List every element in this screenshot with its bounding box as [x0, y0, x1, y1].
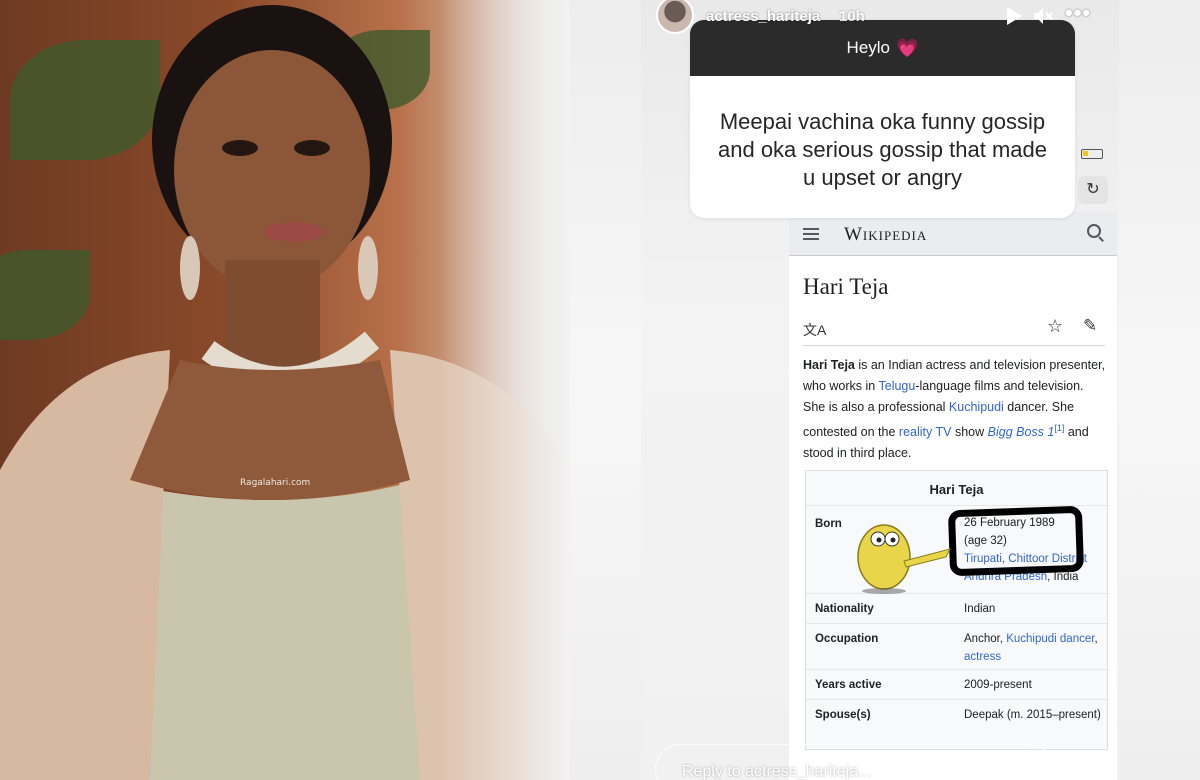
- nationality-label: Nationality: [815, 603, 874, 615]
- pointing-character-sticker: [857, 524, 951, 594]
- story-header: actress_hariteja 10h •••: [641, 0, 1119, 36]
- send-icon[interactable]: [1063, 754, 1093, 780]
- article-toolbar: 文A ☆ ✎: [803, 316, 1105, 346]
- years-active-label: Years active: [815, 679, 882, 691]
- link-reality-tv: reality TV: [898, 425, 952, 440]
- screen: Ragalahari.com Wikipedia Hari Teja 文A ☆ …: [0, 0, 1200, 780]
- story-username[interactable]: actress_hariteja: [706, 8, 820, 25]
- play-icon[interactable]: [1001, 4, 1025, 28]
- reply-input[interactable]: Reply to actress_hariteja...: [655, 744, 1055, 780]
- occupation-sep: ,: [1094, 633, 1098, 645]
- infobox-row-occupation: Occupation Anchor, Kuchipudi dancer, act…: [806, 623, 1109, 669]
- edit-pencil-icon: ✎: [1083, 316, 1098, 335]
- occupation-link-dancer: Kuchipudi dancer: [1006, 633, 1095, 645]
- occupation-link-actress: actress: [964, 651, 1002, 663]
- wikipedia-logo: Wikipedia: [844, 224, 928, 245]
- infobox-row-years-active: Years active 2009-present: [806, 669, 1109, 699]
- article-lead: Hari Teja is an Indian actress and telev…: [803, 355, 1109, 464]
- occupation-label: Occupation: [815, 633, 879, 645]
- link-telugu: Telugu: [878, 379, 916, 393]
- search-icon: [1087, 224, 1101, 238]
- question-title: Heylo: [846, 38, 891, 57]
- hamburger-menu-icon: [803, 228, 819, 240]
- battery-icon: [1081, 149, 1103, 159]
- born-country: , India: [1047, 571, 1079, 583]
- heart-emoji-icon: 💗: [896, 37, 919, 58]
- spouse-value: Deepak (m. 2015–present): [964, 709, 1101, 721]
- lead-text: show: [951, 425, 988, 440]
- infobox: Hari Teja Born 26 February 1989 (age 32)…: [805, 470, 1109, 750]
- nationality-value: Indian: [964, 603, 996, 615]
- reload-icon: ↻: [1078, 176, 1108, 204]
- more-options-icon[interactable]: •••: [1065, 2, 1090, 28]
- article-title: Hari Teja: [803, 274, 889, 299]
- wikipedia-screenshot: Wikipedia Hari Teja 文A ☆ ✎ Hari Teja is …: [789, 212, 1117, 780]
- years-active-value: 2009-present: [964, 679, 1032, 691]
- instagram-story: Wikipedia Hari Teja 文A ☆ ✎ Hari Teja is …: [641, 0, 1119, 780]
- occupation-text: Anchor,: [964, 633, 1007, 645]
- link-kuchipudi: Kuchipudi: [948, 400, 1004, 414]
- wikipedia-header: Wikipedia: [789, 212, 1117, 256]
- link-bigg-boss: Bigg Boss 1: [987, 425, 1055, 440]
- infobox-title: Hari Teja: [929, 482, 984, 497]
- avatar[interactable]: [656, 0, 694, 34]
- infobox-row-nationality: Nationality Indian: [806, 593, 1109, 623]
- lead-name: Hari Teja: [803, 358, 855, 372]
- reply-placeholder: Reply to actress_hariteja...: [682, 763, 872, 780]
- spouse-label: Spouse(s): [815, 709, 871, 721]
- hand-drawn-highlight-box: [947, 505, 1085, 577]
- born-label: Born: [815, 518, 842, 530]
- translate-icon: 文A: [803, 322, 827, 338]
- photo-watermark: Ragalahari.com: [240, 478, 311, 488]
- mute-icon[interactable]: [1031, 4, 1055, 28]
- story-timestamp: 10h: [839, 8, 865, 25]
- occupation-value: Anchor, Kuchipudi dancer, actress: [964, 630, 1104, 666]
- actress-photo: Ragalahari.com: [0, 0, 570, 780]
- photo-fade: [440, 0, 570, 780]
- reference-marker: [1]: [1054, 423, 1065, 433]
- star-icon: ☆: [1047, 316, 1064, 336]
- question-text: Meepai vachina oka funny gossip and oka …: [718, 109, 1047, 190]
- question-sticker[interactable]: Heylo 💗 Meepai vachina oka funny gossip …: [690, 20, 1075, 218]
